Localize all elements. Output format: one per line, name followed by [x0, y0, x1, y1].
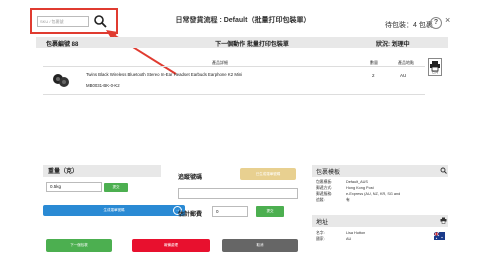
search-input[interactable]: SKU / 包裹號 — [37, 16, 89, 27]
product-quantity: 2 — [372, 73, 375, 78]
address-header-bar — [312, 215, 448, 227]
cancel-button[interactable]: 取消 — [222, 239, 298, 252]
product-name: Twins Black Wireless Bluetooth Stereo In… — [86, 72, 243, 77]
australia-flag-icon — [433, 231, 445, 240]
template-key: 追蹤: — [316, 198, 325, 202]
product-thumbnail — [50, 70, 72, 92]
pending-count: 待包裝：4 包裹 — [385, 22, 433, 29]
template-key: 包裹模板: — [316, 180, 333, 184]
postage-submit-button[interactable]: 提交 — [256, 206, 284, 217]
tracking-generated-button[interactable]: 已生成運單號碼 — [240, 168, 296, 180]
weight-input[interactable]: 0.5kg — [46, 182, 102, 192]
print-label: 已列 — [431, 70, 438, 74]
address-key: 名字: — [316, 231, 325, 235]
col-product-detail: 產品詳細 — [212, 60, 228, 65]
flag-button[interactable]: 報備處理 — [132, 239, 210, 252]
search-icon[interactable] — [93, 14, 107, 28]
postage-title: 估計郵費 — [178, 212, 203, 218]
template-title: 包裹模板 — [316, 170, 341, 176]
product-sku: MB0031-BK-0-K2 — [86, 83, 120, 88]
address-print-icon[interactable] — [440, 217, 447, 226]
product-table-header — [43, 59, 425, 67]
col-location: 產品地點 — [398, 60, 414, 65]
address-value: AU — [346, 237, 352, 241]
template-value: Hong Kong Post — [346, 186, 374, 190]
postage-input[interactable]: 0 — [212, 206, 248, 217]
template-value: 有 — [346, 198, 350, 202]
template-key: 郵遞服務: — [316, 192, 333, 196]
address-key: 國家: — [316, 237, 325, 241]
tracking-title: 追蹤號碼 — [178, 175, 203, 181]
template-value: Default_AUS — [346, 180, 368, 184]
weight-title: 重量（克） — [48, 169, 79, 175]
col-quantity: 數量 — [370, 60, 378, 65]
product-location: AU — [400, 73, 407, 78]
help-icon[interactable]: ? — [430, 17, 442, 29]
weight-submit-button[interactable]: 提交 — [104, 183, 128, 192]
next-package-button[interactable]: 下一個包裹 — [46, 239, 112, 252]
page-title: 日常發貨流程 : Default（批量打印包裝單） — [175, 17, 311, 24]
address-title: 地址 — [316, 220, 329, 226]
status-label: 狀況: 划理中 — [376, 42, 410, 48]
tracking-input[interactable] — [178, 188, 298, 199]
package-number: 包裹編號 88 — [46, 42, 79, 48]
template-value: e-Express (AU, NZ, KR, SG and — [346, 192, 401, 196]
address-value: Lisa Hutton — [346, 231, 366, 235]
template-key: 郵遞方式: — [316, 186, 333, 190]
next-action-label: 下一個動作 批量打印包裝單 — [215, 42, 289, 48]
generate-tracking-button[interactable]: 生成運單號碼 — [43, 205, 185, 216]
template-search-icon[interactable] — [440, 167, 447, 176]
close-icon[interactable]: × — [445, 15, 450, 25]
